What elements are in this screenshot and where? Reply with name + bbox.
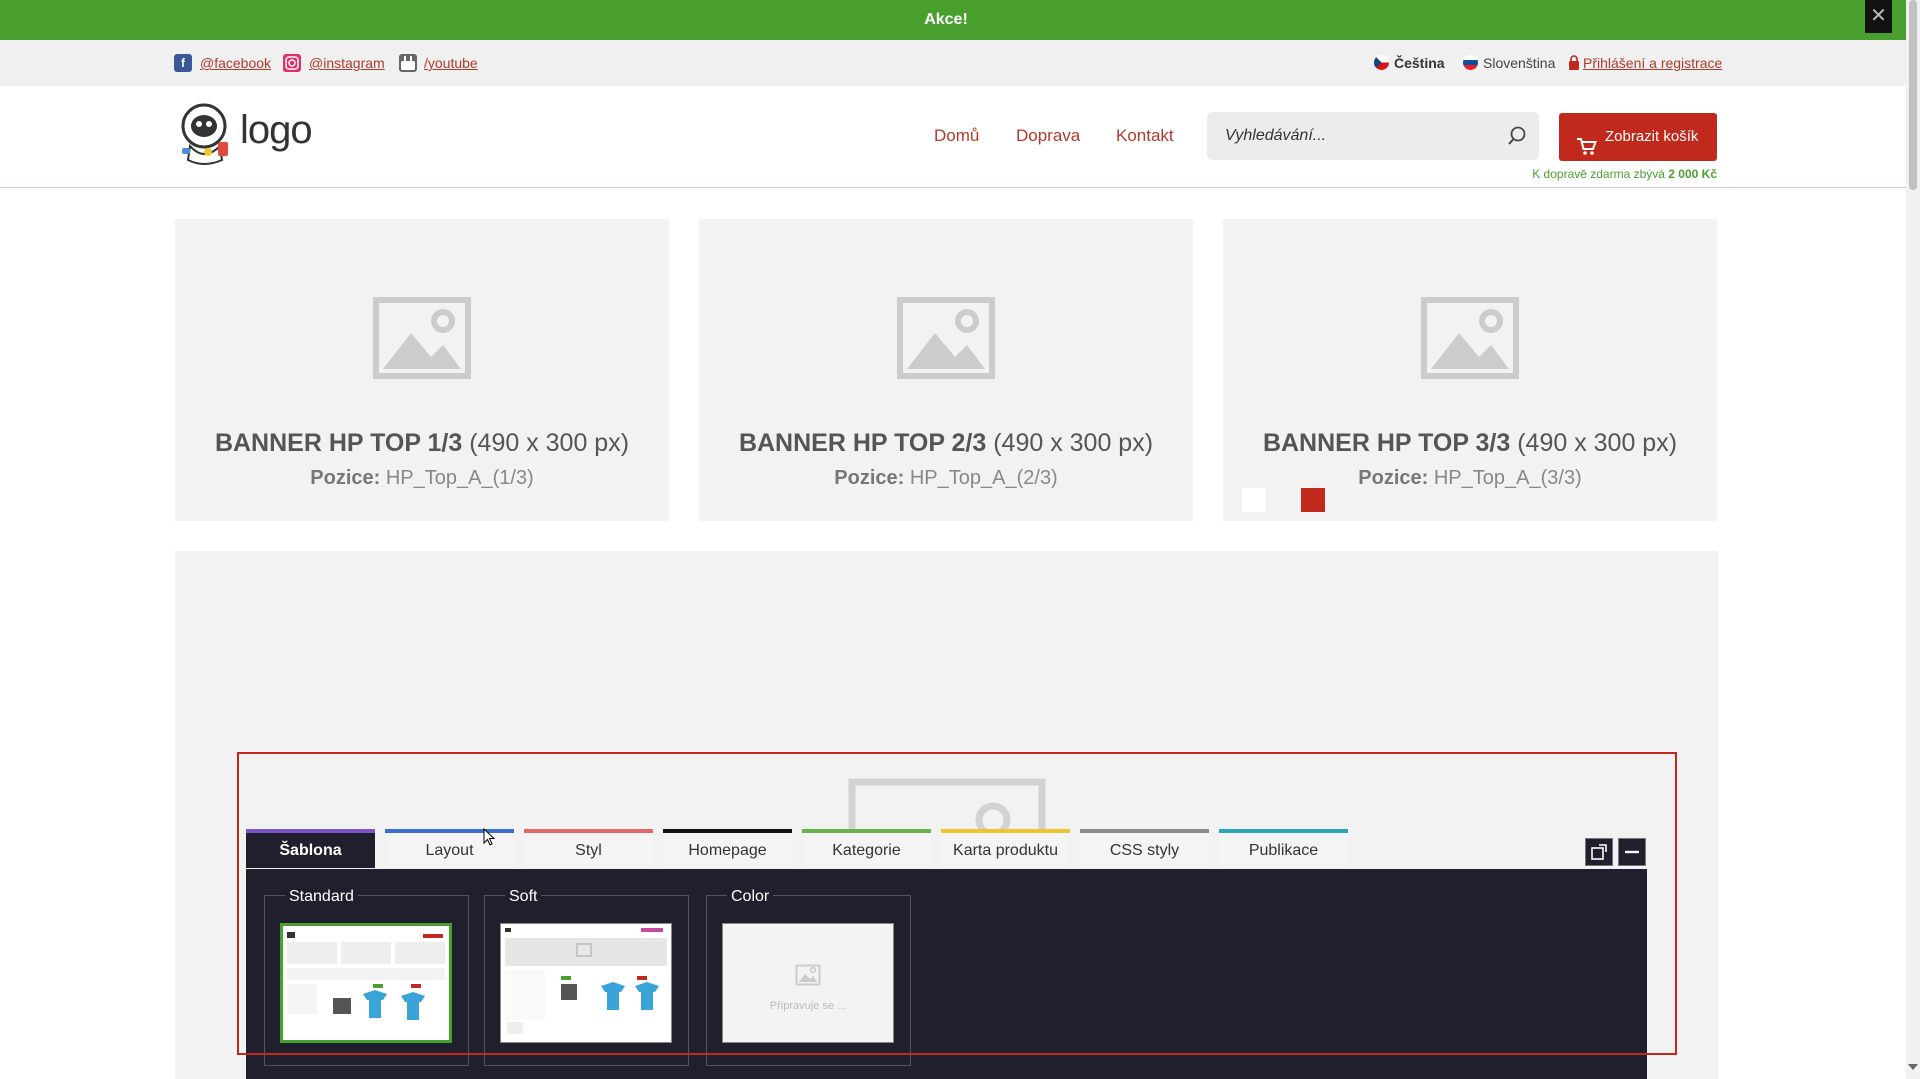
image-placeholder-icon [1421,297,1519,379]
cart-icon [1577,128,1597,155]
free-shipping-amount: 2 000 Kč [1668,167,1717,181]
login-link[interactable]: Přihlášení a registrace [1583,55,1722,71]
banner-title: BANNER HP TOP 1/3 (490 x 300 px) [214,429,630,457]
search-icon[interactable] [1505,124,1529,148]
astronaut-logo-icon[interactable] [178,102,234,168]
mouse-cursor-icon [483,827,497,848]
banner-top-2[interactable]: BANNER HP TOP 2/3 (490 x 300 px) Pozice:… [699,219,1193,521]
nav-home[interactable]: Domů [934,126,979,146]
instagram-icon[interactable] [283,54,301,72]
lock-icon [1569,55,1579,70]
nav-contact[interactable]: Kontakt [1116,126,1174,146]
language-czech[interactable]: Čeština [1394,55,1445,71]
logo-text[interactable]: logo [240,108,313,153]
promo-text: Akce! [924,11,968,28]
banner-position: Pozice: HP_Top_A_(3/3) [1358,467,1582,489]
banner-position: Pozice: HP_Top_A_(1/3) [310,467,534,489]
youtube-link[interactable]: /youtube [424,55,478,71]
banner-top-3[interactable]: BANNER HP TOP 3/3 (490 x 300 px) Pozice:… [1223,219,1717,521]
banner-position: Pozice: HP_Top_A_(2/3) [834,467,1058,489]
carousel-dot-red[interactable] [1301,488,1325,512]
banner-title: BANNER HP TOP 2/3 (490 x 300 px) [738,429,1154,457]
czech-flag-icon [1374,55,1389,70]
youtube-icon[interactable] [399,54,417,72]
free-shipping-text: K dopravě zdarma zbývá [1532,167,1665,181]
facebook-link[interactable]: @facebook [200,55,271,71]
show-cart-button[interactable]: Zobrazit košík [1559,113,1717,161]
instagram-link[interactable]: @instagram [309,55,385,71]
carousel-dot-white[interactable] [1242,488,1266,512]
image-placeholder-icon [373,297,471,379]
nav-shipping[interactable]: Doprava [1016,126,1080,146]
cart-label: Zobrazit košík [1605,128,1699,145]
free-shipping-note: K dopravě zdarma zbývá 2 000 Kč [1532,167,1717,181]
language-slovak[interactable]: Slovenština [1483,55,1555,71]
image-placeholder-icon [897,297,995,379]
page-scrollbar[interactable] [1906,0,1920,1079]
promo-close-button[interactable]: ✕ [1865,0,1892,33]
search-box [1207,112,1539,160]
facebook-icon[interactable]: f [174,54,192,72]
search-input[interactable] [1225,112,1495,160]
banner-title: BANNER HP TOP 3/3 (490 x 300 px) [1262,429,1678,457]
top-strip: f @facebook @instagram /youtube Čeština … [0,40,1906,86]
scrollbar-thumb[interactable] [1909,0,1917,190]
promo-bar: Akce! ✕ [0,0,1920,40]
banner-top-1[interactable]: BANNER HP TOP 1/3 (490 x 300 px) Pozice:… [175,219,669,521]
selection-highlight-frame [237,752,1677,1055]
scroll-down-arrow-icon[interactable] [1908,1064,1918,1070]
slovak-flag-icon [1463,55,1478,70]
